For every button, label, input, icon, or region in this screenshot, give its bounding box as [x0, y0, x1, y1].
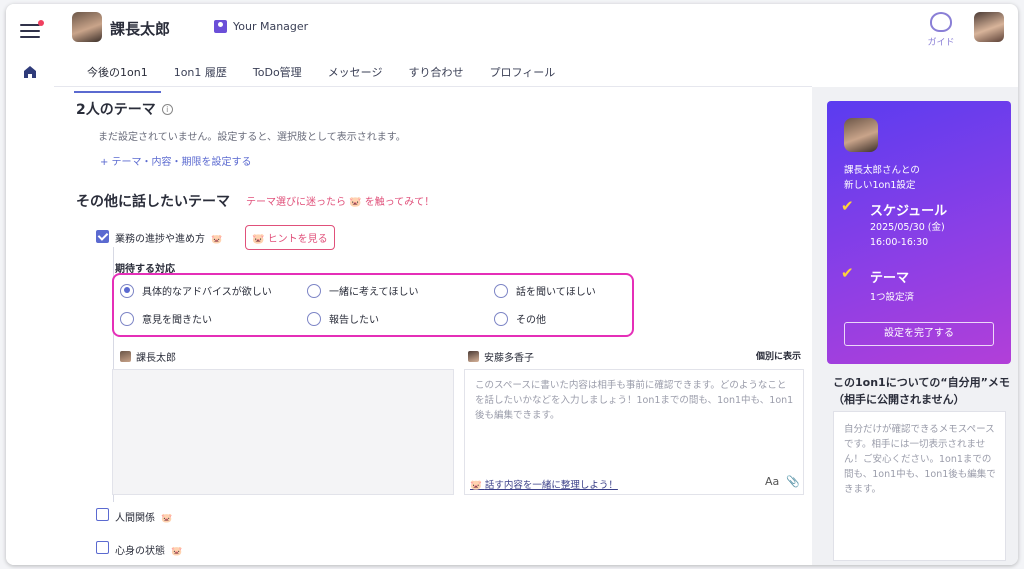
- checkmark-icon: ✔: [841, 197, 854, 215]
- manager-badge: Your Manager: [214, 20, 308, 33]
- other-theme-title: その他に話したいテーマ: [76, 194, 230, 210]
- private-memo-input[interactable]: 自分だけが確認できるメモスペースです。相手には一切表示されません！ご安心ください…: [833, 411, 1006, 561]
- radio[interactable]: [307, 283, 321, 298]
- attach-icon[interactable]: 📎: [786, 475, 800, 488]
- radio[interactable]: [120, 311, 134, 326]
- option-opinion[interactable]: 意見を聞きたい: [120, 311, 212, 326]
- radio[interactable]: [494, 283, 508, 298]
- avatar[interactable]: [72, 12, 102, 42]
- header: 課長太郎 Your Manager ガイド: [54, 4, 1018, 60]
- card-subtitle-2: 新しい1on1設定: [844, 180, 916, 191]
- radio[interactable]: [494, 311, 508, 326]
- self-shared-memo[interactable]: [112, 369, 454, 495]
- show-individually-toggle[interactable]: 個別に表示: [756, 349, 801, 362]
- home-icon[interactable]: [22, 64, 38, 80]
- shared-theme-empty-text: まだ設定されていません。設定すると、選択肢として表示されます。: [98, 132, 406, 143]
- user-name: 課長太郎: [110, 20, 171, 38]
- theme-checkbox-progress[interactable]: [96, 230, 109, 243]
- pig-icon[interactable]: 🐷: [161, 514, 172, 524]
- private-memo-placeholder: 自分だけが確認できるメモスペースです。相手には一切表示されません！ご安心ください…: [844, 424, 996, 495]
- avatar: [120, 351, 131, 362]
- setup-summary-card: 課長太郎さんとの 新しい1on1設定 ✔ スケジュール 2025/05/30 (…: [827, 101, 1011, 364]
- left-rail: [6, 4, 54, 565]
- organize-topics-link[interactable]: 🐷 話す内容を一緒に整理しよう！: [470, 477, 618, 491]
- option-report[interactable]: 報告したい: [307, 311, 379, 326]
- memo-placeholder: このスペースに書いた内容は相手も事前に確認できます。どのようなことを話したいかな…: [475, 380, 794, 421]
- guide-button[interactable]: ガイド: [926, 12, 956, 48]
- schedule-time: 16:00-16:30: [870, 237, 929, 248]
- memo-tab-self[interactable]: 課長太郎: [120, 349, 176, 364]
- option-concrete-advice[interactable]: 具体的なアドバイスが欲しい: [120, 283, 272, 298]
- partner-avatar[interactable]: [974, 12, 1004, 42]
- schedule-title: スケジュール: [870, 204, 948, 219]
- manager-label: Your Manager: [233, 20, 309, 33]
- info-icon[interactable]: i: [161, 104, 173, 115]
- theme-checkbox-relationships[interactable]: [96, 508, 109, 521]
- complete-setup-button[interactable]: 設定を完了する: [844, 322, 994, 346]
- option-listen[interactable]: 話を聞いてほしい: [494, 283, 596, 298]
- text-format-icon[interactable]: Aa: [765, 475, 779, 488]
- theme-status: 1つ設定済: [870, 292, 915, 303]
- theme-title: テーマ: [870, 271, 910, 286]
- app-window: 課長太郎 Your Manager ガイド 今後の1on1 1on1 履歴 To…: [6, 4, 1018, 565]
- memo-tab-partner[interactable]: 安藤多香子: [468, 349, 534, 364]
- pig-icon[interactable]: 🐷: [171, 547, 182, 557]
- option-other[interactable]: その他: [494, 311, 546, 326]
- menu-icon[interactable]: [20, 20, 44, 38]
- theme-checkbox-wellbeing[interactable]: [96, 541, 109, 554]
- pig-icon[interactable]: 🐷: [211, 235, 222, 245]
- radio-selected[interactable]: [120, 283, 134, 298]
- theme-label-progress: 業務の進捗や進め方 🐷: [115, 234, 223, 245]
- guide-mascot-icon: [930, 12, 952, 32]
- schedule-date: 2025/05/30 (金): [870, 222, 945, 233]
- radio[interactable]: [307, 311, 321, 326]
- avatar: [844, 118, 878, 152]
- notification-dot: [38, 20, 44, 26]
- theme-hint-text: テーマ選びに迷ったら 🐷 を触ってみて！: [246, 197, 435, 208]
- checkmark-icon: ✔: [841, 264, 854, 282]
- right-panel: 課長太郎さんとの 新しい1on1設定 ✔ スケジュール 2025/05/30 (…: [812, 87, 1018, 565]
- expected-response-options: 具体的なアドバイスが欲しい 一緒に考えてほしい 話を聞いてほしい 意見を聞きたい…: [112, 273, 634, 337]
- theme-label-wellbeing: 心身の状態 🐷: [115, 546, 183, 557]
- option-think-together[interactable]: 一緒に考えてほしい: [307, 283, 419, 298]
- person-icon: [214, 20, 227, 33]
- guide-label: ガイド: [927, 38, 955, 48]
- hint-button[interactable]: 🐷 ヒントを見る: [245, 225, 335, 250]
- add-theme-link[interactable]: + テーマ・内容・期限を設定する: [100, 153, 252, 168]
- shared-theme-heading: 2人のテーマ i: [76, 99, 173, 119]
- theme-label-relationships: 人間関係 🐷: [115, 513, 173, 524]
- card-subtitle-1: 課長太郎さんとの: [844, 165, 920, 176]
- avatar: [468, 351, 479, 362]
- shared-theme-title: 2人のテーマ: [76, 102, 156, 118]
- main-content: 2人のテーマ i まだ設定されていません。設定すると、選択肢として表示されます。 …: [54, 87, 812, 565]
- private-memo-title: この1on1についての“自分用”メモ（相手に公開されません）: [833, 376, 1010, 406]
